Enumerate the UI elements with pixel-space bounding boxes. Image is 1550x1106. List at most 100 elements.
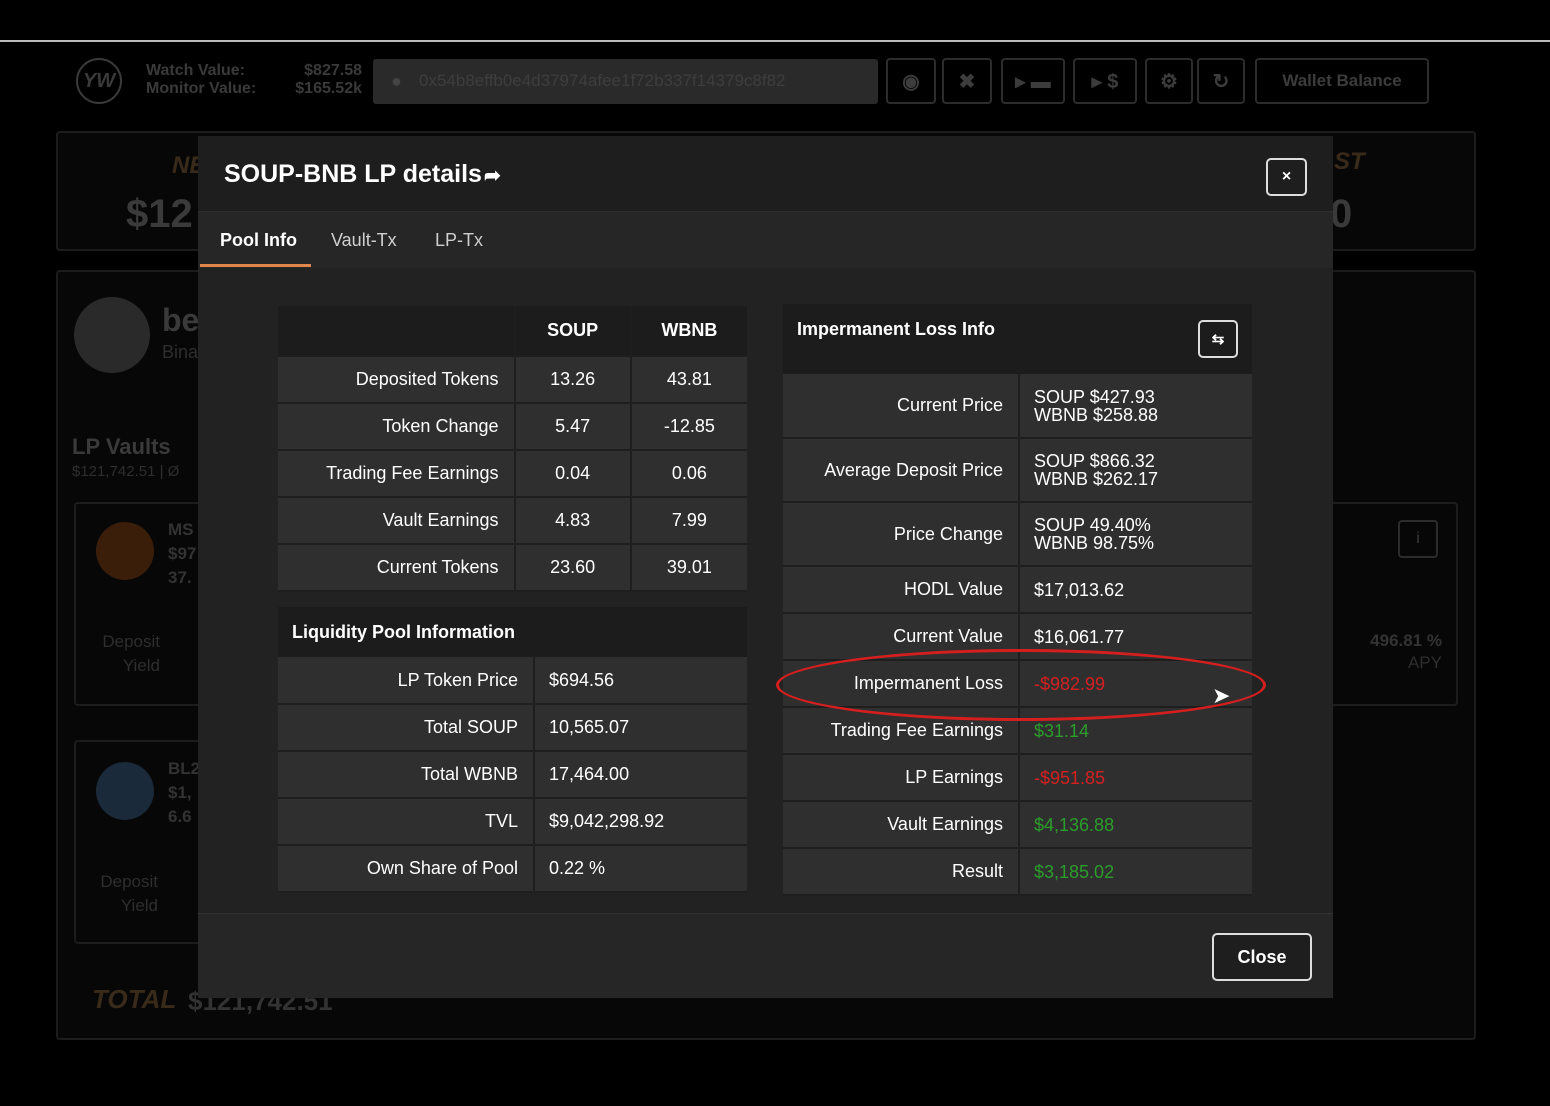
table-row: Token Change 5.47 -12.85 — [278, 403, 747, 451]
table-row: TVL $9,042,298.92 — [278, 798, 747, 846]
settings-button[interactable]: ⚙ — [1145, 58, 1193, 104]
wbnb-value: 0.06 — [630, 450, 747, 498]
dollar-icon: ▸ $ — [1091, 70, 1119, 93]
token-header-soup: SOUP — [514, 306, 632, 357]
vault-1-apy-label: APY — [1407, 653, 1442, 672]
close-icon: ✖ — [958, 70, 976, 93]
token-header-blank — [278, 306, 516, 357]
wbnb-value: -12.85 — [630, 403, 747, 451]
platform-name: be — [162, 302, 200, 338]
highlight-ellipse — [776, 649, 1266, 721]
row-label: Result — [783, 848, 1020, 896]
row-label: LP Token Price — [278, 657, 535, 705]
wallet-address-value: 0x54b8effb0e4d37974afee1f72b337f14379c8f… — [419, 71, 786, 90]
cost-value: 0 — [1330, 192, 1353, 236]
total-label: TOTAL — [92, 984, 177, 1014]
vault-2-name: BL2 — [168, 759, 201, 778]
row-value: 10,565.07 — [534, 704, 747, 752]
table-row: Price Change SOUP 49.40% WBNB 98.75% — [783, 502, 1252, 567]
modal-header: SOUP-BNB LP details ➦ × — [198, 136, 1333, 212]
il-info-title: Impermanent Loss Info — [797, 319, 996, 339]
lp-info-table: LP Token Price $694.56 Total SOUP 10,565.0… — [278, 657, 747, 893]
soup-value: 13.26 — [514, 356, 632, 404]
platform-avatar — [74, 297, 150, 373]
row-value: SOUP 49.40% WBNB 98.75% — [1019, 502, 1252, 567]
wbnb-price: WBNB $262.17 — [1034, 469, 1159, 489]
refresh-button[interactable]: ↻ — [1197, 58, 1245, 104]
row-value: -$951.85 — [1019, 754, 1252, 802]
close-button[interactable]: Close — [1212, 933, 1312, 981]
soup-price: SOUP $866.32 — [1034, 451, 1155, 471]
row-value: 17,464.00 — [534, 751, 747, 799]
share-icon[interactable]: ➦ — [484, 165, 501, 187]
info-icon: i — [1416, 530, 1420, 547]
row-value: $694.56 — [534, 657, 747, 705]
wbnb-value: 43.81 — [630, 356, 747, 404]
table-row: Trading Fee Earnings 0.04 0.06 — [278, 450, 747, 498]
cost-label: ST — [1334, 148, 1365, 175]
row-value: SOUP $866.32 WBNB $262.17 — [1019, 438, 1252, 503]
flag-dropdown[interactable]: ▸ ▬ — [1001, 58, 1065, 104]
table-row: HODL Value $17,013.62 — [783, 566, 1252, 614]
lp-details-modal: SOUP-BNB LP details ➦ × Pool Info Vault-T… — [198, 136, 1333, 998]
modal-title: SOUP-BNB LP details ➦ — [224, 160, 501, 189]
token-header-wbnb: WBNB — [630, 306, 747, 357]
binoculars-button[interactable]: ◉ — [886, 58, 936, 104]
row-value: $17,013.62 — [1019, 566, 1252, 614]
row-value: $3,185.02 — [1019, 848, 1252, 896]
vault-1-token-icon — [96, 522, 154, 580]
wbnb-value: 39.01 — [630, 544, 747, 592]
wbnb-change: WBNB 98.75% — [1034, 533, 1155, 553]
monitor-value-label: Monitor Value: — [146, 80, 257, 97]
vault-1-info: MS $97 37. — [168, 518, 196, 590]
app-logo: YW — [76, 58, 122, 104]
close-x-button[interactable]: × — [1266, 158, 1307, 196]
soup-value: 23.60 — [514, 544, 632, 592]
net-value: $12 — [126, 192, 193, 236]
watch-labels: Watch Value: Monitor Value: — [146, 62, 256, 98]
row-label: Total SOUP — [278, 704, 535, 752]
vault-1-apy-value: 496.81 % — [1370, 631, 1442, 650]
row-label: TVL — [278, 798, 535, 846]
wbnb-price: WBNB $258.88 — [1034, 404, 1159, 425]
currency-dropdown[interactable]: ▸ $ — [1073, 58, 1137, 104]
table-row: Total SOUP 10,565.07 — [278, 704, 747, 752]
vault-1-name: MS — [168, 520, 194, 539]
table-row: Current Price SOUP $427.93 WBNB $258.88 — [783, 374, 1252, 439]
lp-vaults-heading: LP Vaults — [72, 434, 171, 459]
wallet-address-input[interactable]: ● 0x54b8effb0e4d37974afee1f72b337f14379c… — [373, 59, 878, 104]
table-row: Own Share of Pool 0.22 % — [278, 845, 747, 893]
mouse-cursor-icon: ➤ — [1212, 683, 1231, 708]
row-label: Vault Earnings — [278, 497, 516, 545]
table-row: Average Deposit Price SOUP $866.32 WBNB $… — [783, 438, 1252, 503]
table-row: LP Token Price $694.56 — [278, 657, 747, 705]
row-label: Trading Fee Earnings — [278, 450, 516, 498]
clear-button[interactable]: ✖ — [942, 58, 992, 104]
row-value: $4,136.88 — [1019, 801, 1252, 849]
vault-2-sub: 6.6 — [168, 807, 192, 826]
table-row: LP Earnings -$951.85 — [783, 754, 1252, 802]
vault-1-yield-label: Yield — [122, 656, 160, 675]
watch-value-label: Watch Value: — [146, 62, 245, 79]
soup-value: 0.04 — [514, 450, 632, 498]
token-table-header: SOUP WBNB — [278, 306, 747, 357]
vault-1-info-button[interactable]: i — [1398, 520, 1438, 558]
wallet-balance-button[interactable]: Wallet Balance — [1255, 58, 1429, 104]
watch-values: $827.58 $165.52k — [286, 62, 362, 98]
active-tab-indicator — [200, 264, 311, 267]
swap-button[interactable]: ⇆ — [1198, 320, 1238, 358]
platform-chain: Bina — [162, 342, 199, 362]
tab-lp-tx[interactable]: LP-Tx — [435, 230, 483, 251]
row-label: Total WBNB — [278, 751, 535, 799]
flag-icon: ▸ ▬ — [1015, 70, 1051, 93]
vault-1-value: $97 — [168, 544, 197, 563]
row-label: Current Price — [783, 374, 1020, 439]
token-table: SOUP WBNB Deposited Tokens 13.26 43.81 T… — [278, 306, 747, 592]
tab-vault-tx[interactable]: Vault-Tx — [331, 230, 397, 251]
vault-2-token-icon — [96, 762, 154, 820]
tab-pool-info[interactable]: Pool Info — [220, 230, 297, 251]
lp-vaults-sub: $121,742.51 | Ø — [72, 463, 180, 480]
vault-2-value: $1, — [168, 783, 192, 802]
modal-footer: Close — [198, 913, 1333, 998]
soup-value: 4.83 — [514, 497, 632, 545]
